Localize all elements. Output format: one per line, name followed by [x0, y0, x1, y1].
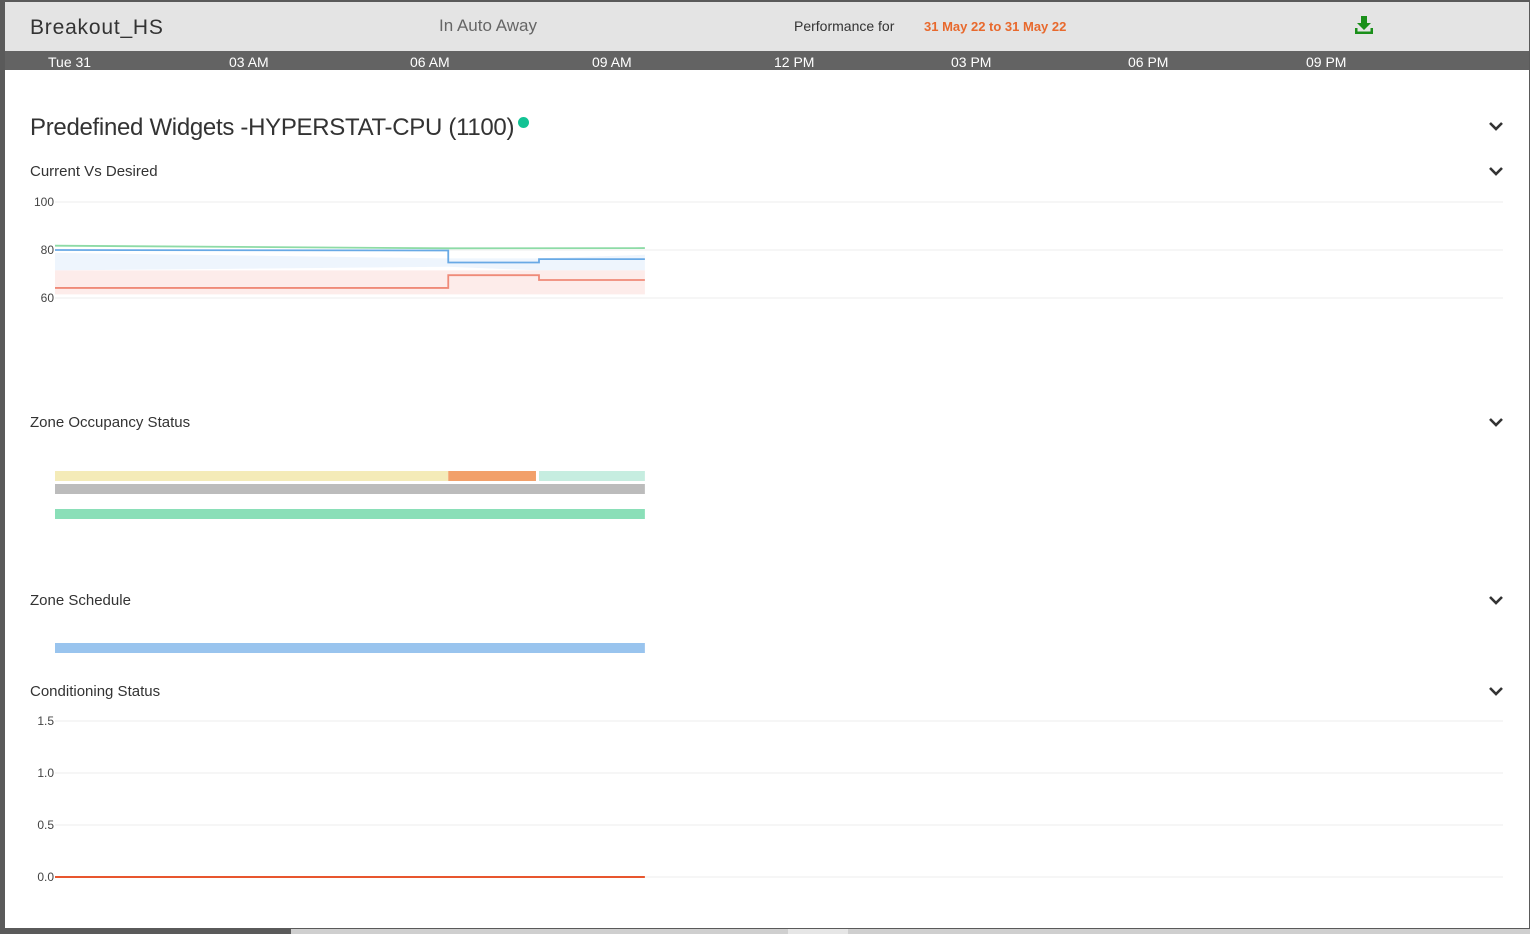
- top-bar: Breakout_HS In Auto Away Performance for…: [5, 2, 1529, 51]
- timeline-label: 09 PM: [1306, 54, 1347, 70]
- timeline-bar: Tue 31 03 AM 06 AM 09 AM 12 PM 03 PM 06 …: [5, 51, 1529, 70]
- schedule-segment: [55, 643, 645, 653]
- site-name: Breakout_HS: [30, 16, 164, 39]
- timeline-label: Tue 31: [48, 54, 92, 70]
- occupancy-segment: [55, 471, 449, 481]
- widget-group-title: Predefined Widgets -HYPERSTAT-CPU (1100): [30, 114, 515, 141]
- collapse-zone-schedule-chevron-icon[interactable]: [1487, 593, 1505, 607]
- y-tick-label: 80: [41, 243, 55, 257]
- occupancy-segment: [55, 484, 645, 494]
- download-icon[interactable]: [1353, 14, 1375, 36]
- zone-occupancy-chart: [55, 471, 645, 519]
- section-title-zone-occupancy: Zone Occupancy Status: [30, 414, 191, 431]
- mode-status: In Auto Away: [439, 16, 537, 35]
- occupancy-segment: [448, 471, 536, 481]
- y-tick-label: 0.0: [37, 870, 54, 884]
- app-frame: Breakout_HS In Auto Away Performance for…: [5, 2, 1529, 928]
- range-band: [55, 252, 645, 271]
- timeline-label: 06 AM: [410, 54, 450, 70]
- section-title-current-vs-desired: Current Vs Desired: [30, 163, 158, 180]
- horizontal-scrollbar[interactable]: [291, 929, 1530, 934]
- y-tick-label: 60: [41, 291, 55, 305]
- section-title-zone-schedule: Zone Schedule: [30, 592, 131, 609]
- collapse-widgets-chevron-icon[interactable]: [1487, 119, 1505, 133]
- timeline-label: 06 PM: [1128, 54, 1169, 70]
- range-band: [55, 270, 645, 295]
- horizontal-scrollbar-thumb[interactable]: [788, 929, 848, 934]
- y-tick-label: 1.5: [37, 714, 54, 728]
- timeline-label: 12 PM: [774, 54, 815, 70]
- current-vs-desired-chart: 100 80 60: [34, 195, 1503, 305]
- y-tick-label: 0.5: [37, 818, 54, 832]
- timeline-label: 03 PM: [951, 54, 992, 70]
- collapse-zone-occupancy-chevron-icon[interactable]: [1487, 415, 1505, 429]
- online-status-dot: [518, 117, 529, 128]
- occupancy-segment: [55, 509, 645, 519]
- conditioning-status-chart: 1.5 1.0 0.5 0.0: [37, 714, 1503, 884]
- occupancy-segment: [539, 471, 645, 481]
- timeline-label: 03 AM: [229, 54, 269, 70]
- performance-label: Performance for: [794, 18, 895, 34]
- timeline-label: 09 AM: [592, 54, 632, 70]
- zone-schedule-chart: [55, 643, 645, 653]
- series-line: [54, 244, 645, 250]
- y-tick-label: 100: [34, 195, 54, 209]
- y-tick-label: 1.0: [37, 766, 54, 780]
- collapse-conditioning-chevron-icon[interactable]: [1487, 684, 1505, 698]
- collapse-current-vs-desired-chevron-icon[interactable]: [1487, 164, 1505, 178]
- section-title-conditioning: Conditioning Status: [30, 683, 161, 700]
- performance-date-range[interactable]: 31 May 22 to 31 May 22: [924, 19, 1066, 34]
